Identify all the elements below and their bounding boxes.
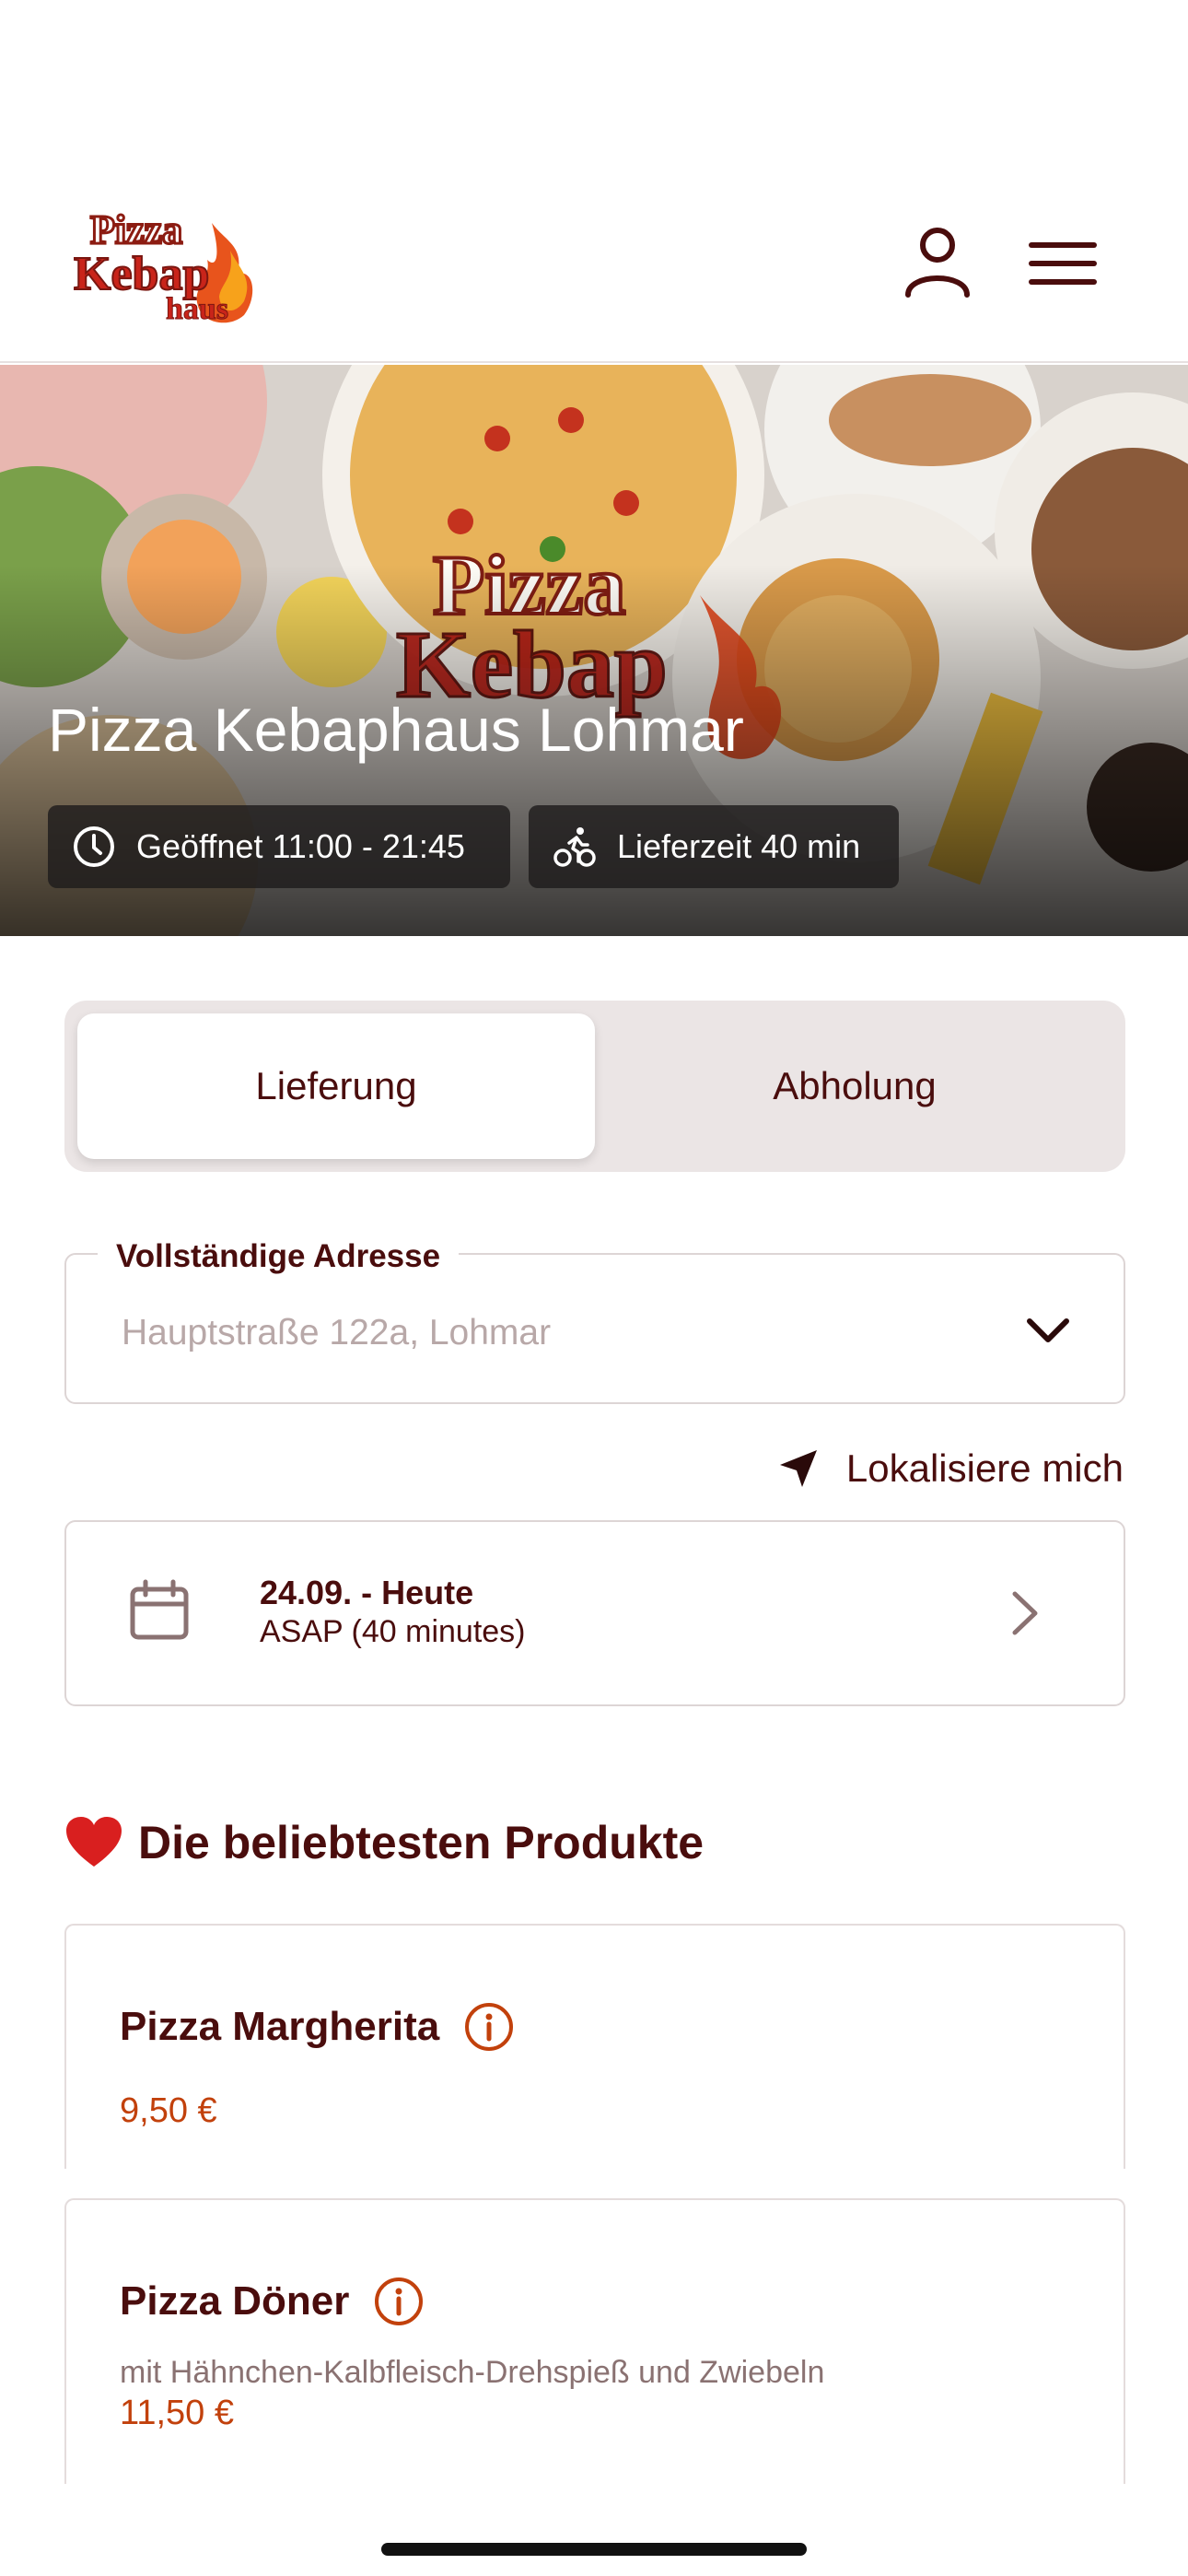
calendar-icon: [130, 1579, 189, 1640]
schedule-date: 24.09. - Heute: [260, 1574, 474, 1611]
chevron-right-icon[interactable]: [1009, 1588, 1041, 1638]
schedule-time: ASAP (40 minutes): [260, 1614, 526, 1649]
product-price: 9,50 €: [120, 2091, 217, 2130]
tab-pickup[interactable]: Abholung: [597, 1013, 1112, 1159]
locate-me-label: Lokalisiere mich: [845, 1446, 1124, 1490]
svg-text:Pizza: Pizza: [90, 207, 182, 252]
delivery-time-text: Lieferzeit 40 min: [617, 827, 861, 865]
product-name-row: Pizza Margherita: [120, 2001, 515, 2053]
tab-delivery[interactable]: Lieferung: [77, 1013, 595, 1159]
app-header: Pizza Kebap haus: [0, 0, 1188, 363]
delivery-schedule-selector[interactable]: [64, 1520, 1125, 1706]
order-mode-toggle: Lieferung Abholung: [64, 1001, 1125, 1172]
location-arrow-icon: [779, 1450, 817, 1487]
product-price: 11,50 €: [120, 2394, 234, 2432]
chevron-down-icon[interactable]: [1024, 1314, 1072, 1347]
svg-text:haus: haus: [166, 292, 228, 326]
opening-hours-text: Geöffnet 11:00 - 21:45: [136, 827, 465, 865]
user-account-icon[interactable]: [901, 225, 974, 299]
restaurant-name: Pizza Kebaphaus Lohmar: [48, 696, 744, 764]
info-icon[interactable]: [373, 2276, 425, 2327]
product-card[interactable]: Pizza Margherita 9,50 €: [64, 1924, 1125, 2169]
product-name: Pizza Döner: [120, 2278, 350, 2324]
hamburger-menu-icon[interactable]: [1028, 236, 1098, 291]
address-label: Vollständige Adresse: [98, 1238, 460, 1275]
address-input[interactable]: Hauptstraße 122a, Lohmar: [122, 1313, 551, 1353]
restaurant-hero: Pizza Kebap Pizza Kebaphaus Lohmar Geöff…: [0, 365, 1188, 936]
bicycle-icon: [553, 827, 596, 867]
product-name-row: Pizza Döner: [120, 2276, 425, 2327]
info-icon[interactable]: [463, 2001, 515, 2053]
brand-logo[interactable]: Pizza Kebap haus: [74, 205, 276, 328]
clock-icon: [74, 826, 114, 867]
home-indicator[interactable]: [381, 2543, 807, 2556]
popular-products-title: Die beliebtesten Produkte: [138, 1817, 705, 1868]
locate-me-button[interactable]: Lokalisiere mich: [778, 1446, 1124, 1491]
popular-products-heading: Die beliebtesten Produkte: [64, 1815, 704, 1870]
delivery-time-badge: Lieferzeit 40 min: [529, 805, 899, 888]
product-card[interactable]: Pizza Döner mit Hähnchen-Kalbfleisch-Dre…: [64, 2198, 1125, 2484]
product-name: Pizza Margherita: [120, 2004, 440, 2049]
product-description: mit Hähnchen-Kalbfleisch-Drehspieß und Z…: [120, 2355, 825, 2390]
opening-hours-badge: Geöffnet 11:00 - 21:45: [48, 805, 510, 888]
heart-icon: [66, 1817, 122, 1867]
